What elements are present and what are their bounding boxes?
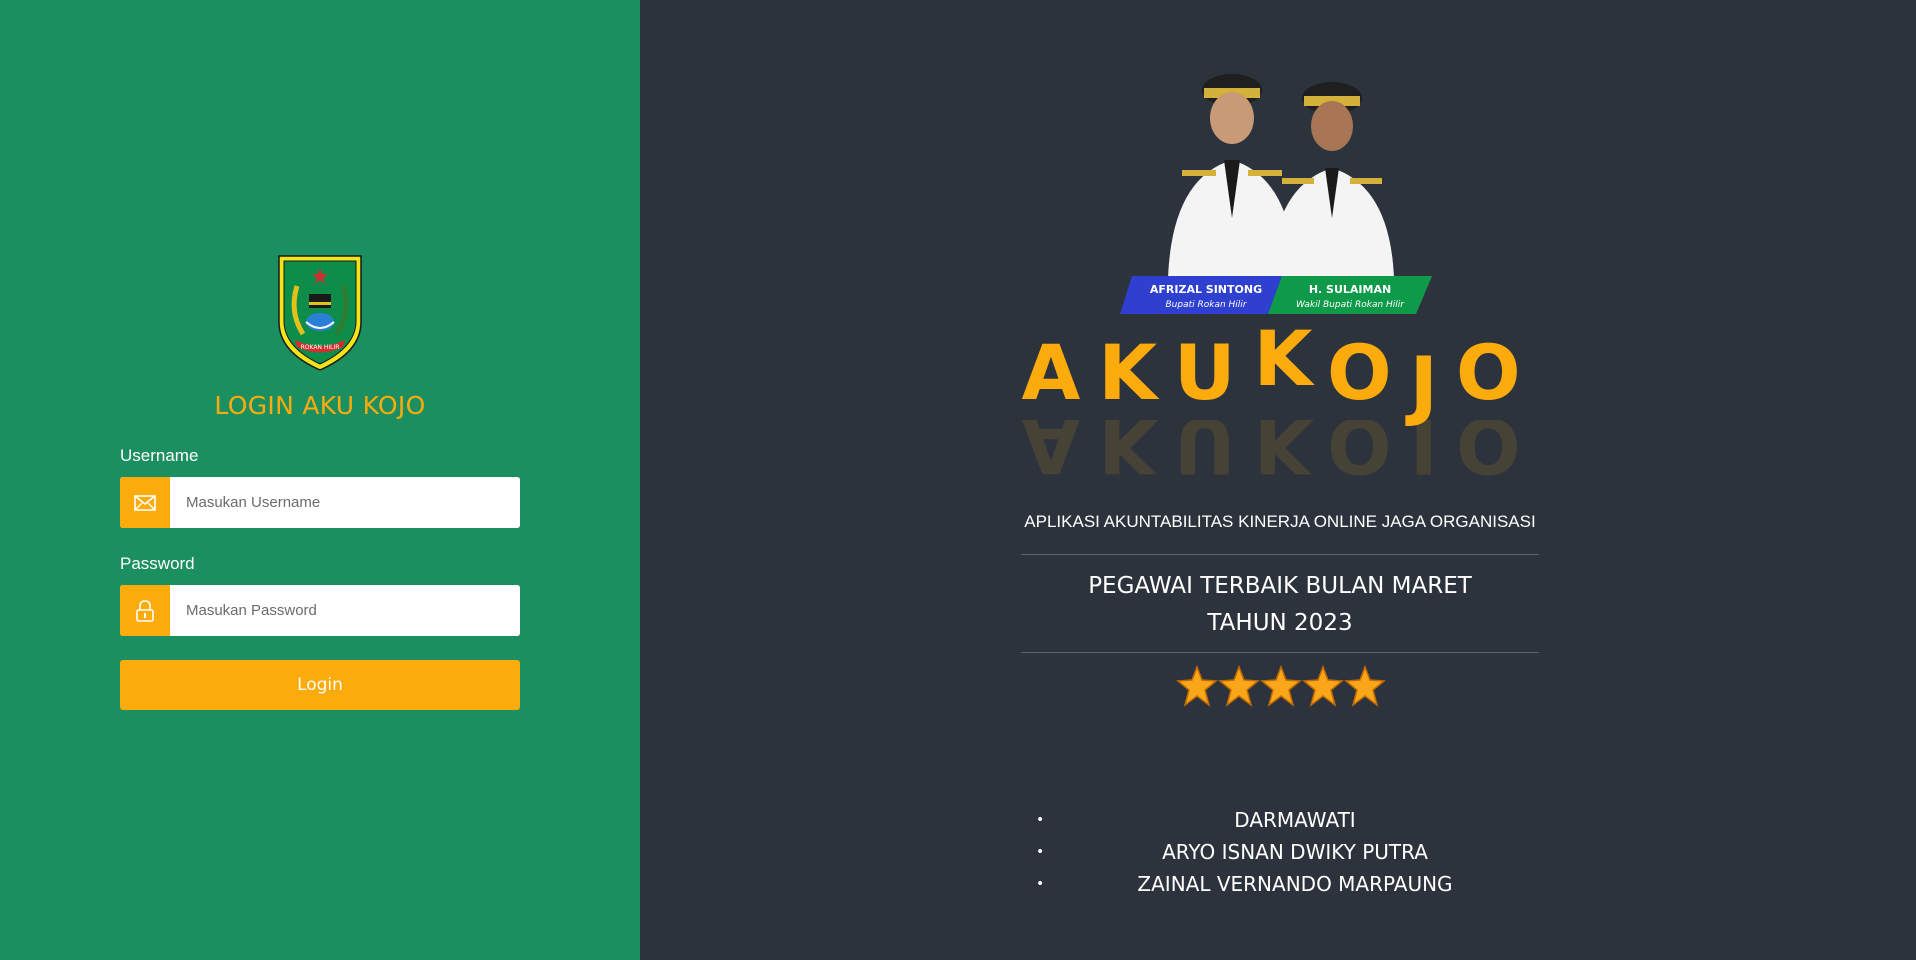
bullet-icon: • [1036, 876, 1045, 892]
best-employee-title-line1: PEGAWAI TERBAIK BULAN MARET [1088, 573, 1472, 599]
best-employee-name: ARYO ISNAN DWIKY PUTRA [1162, 840, 1428, 864]
divider-top [1021, 554, 1539, 555]
brand-reflection-letter: O [1455, 420, 1539, 490]
aku-kojo-wordmark: AKUKOJO AKUKOJO [1020, 314, 1540, 508]
username-input[interactable] [170, 477, 520, 528]
best-employee-name: DARMAWATI [1234, 808, 1356, 832]
leader-1-name: AFRIZAL SINTONG [1150, 283, 1262, 296]
best-employee-name: ZAINAL VERNANDO MARPAUNG [1137, 872, 1453, 896]
star-icon [1302, 665, 1344, 707]
best-employee-title-line2: TAHUN 2023 [1207, 610, 1353, 636]
brand-reflection-letter: K [1098, 420, 1174, 490]
bullet-icon: • [1036, 844, 1045, 860]
leader-2-figure [1270, 82, 1394, 278]
password-label: Password [120, 554, 195, 573]
lock-icon [120, 585, 170, 636]
star-icon [1344, 665, 1386, 707]
best-employee-item: • ZAINAL VERNANDO MARPAUNG [1030, 868, 1560, 900]
star-icon [1218, 665, 1260, 707]
rokan-hilir-emblem-logo: ROKAN HILIR [278, 255, 362, 371]
leader-1-role: Bupati Rokan Hilir [1165, 300, 1247, 310]
rating-stars [1176, 665, 1386, 709]
envelope-icon [120, 477, 170, 528]
best-employee-title: PEGAWAI TERBAIK BULAN MARET TAHUN 2023 [1020, 568, 1540, 642]
leader-2-name: H. SULAIMAN [1309, 283, 1391, 296]
divider-bottom [1021, 652, 1539, 653]
best-employee-list: • DARMAWATI • ARYO ISNAN DWIKY PUTRA • ZAINAL… [1030, 804, 1560, 900]
bullet-icon: • [1036, 812, 1045, 828]
best-employee-item: • DARMAWATI [1030, 804, 1560, 836]
best-employee-item: • ARYO ISNAN DWIKY PUTRA [1030, 836, 1560, 868]
username-input-group [120, 477, 520, 528]
leaders-photo: AFRIZAL SINTONG Bupati Rokan Hilir H. SU… [1120, 74, 1432, 314]
username-label: Username [120, 446, 199, 465]
brand-reflection-letter: O [1327, 420, 1410, 490]
brand-letter: A [1021, 328, 1099, 417]
star-icon [1260, 665, 1302, 707]
app-subtitle: APLIKASI AKUNTABILITAS KINERJA ONLINE JA… [1024, 512, 1536, 531]
brand-reflection: AKUKOJO [1020, 420, 1540, 490]
login-panel: ROKAN HILIR LOGIN AKU KOJO Username Pass… [0, 0, 640, 960]
star-icon [1176, 665, 1218, 707]
brand-reflection-letter: U [1173, 420, 1254, 490]
brand-reflection-letter: A [1021, 420, 1099, 490]
brand-title: AKUKOJO [1020, 314, 1540, 429]
password-input[interactable] [170, 585, 520, 636]
brand-letter: U [1173, 328, 1254, 417]
login-title: LOGIN AKU KOJO [214, 391, 426, 420]
brand-letter: J [1409, 340, 1456, 429]
leader-2-role: Wakil Bupati Rokan Hilir [1296, 300, 1405, 310]
login-button[interactable]: Login [120, 660, 520, 710]
emblem-text: ROKAN HILIR [301, 344, 340, 351]
password-input-group [120, 585, 520, 636]
brand-letter: K [1253, 314, 1328, 403]
brand-letter: O [1327, 328, 1410, 417]
brand-letter: O [1455, 328, 1539, 417]
brand-reflection-letter: J [1409, 420, 1456, 490]
brand-letter: K [1098, 328, 1174, 417]
brand-reflection-letter: K [1253, 420, 1328, 490]
